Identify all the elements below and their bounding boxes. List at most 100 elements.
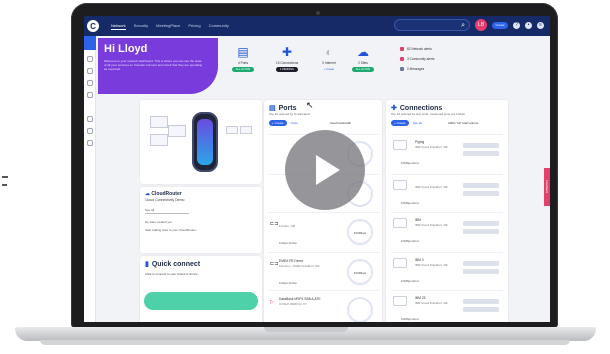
port-gauge: 100Mbps xyxy=(347,259,373,285)
ports-bandwidth-tab[interactable]: Used bandwidth xyxy=(330,121,352,125)
stat-badge: 1 PENDING xyxy=(276,67,298,72)
connection-location: IBM Cloud Frankfurt, DE xyxy=(415,145,448,149)
connection-bar xyxy=(463,191,499,196)
avatar[interactable]: LB xyxy=(475,19,487,31)
stat-create-link[interactable]: + Create xyxy=(318,67,340,72)
connection-row[interactable]: IBM 3 IBM Cloud Frankfurt, DE 10Mbps Err… xyxy=(391,252,503,292)
search-input[interactable]: ⌕ xyxy=(394,19,470,31)
connection-status: 10Mbps Error xyxy=(401,201,420,205)
camera-icon xyxy=(316,11,320,15)
rail-icon[interactable] xyxy=(87,68,93,74)
play-button[interactable] xyxy=(285,130,365,210)
cloud-icon: ☁ xyxy=(357,45,369,59)
side-mark xyxy=(2,184,7,186)
cloudrouter-empty: No sites created yet. xyxy=(145,220,173,224)
ports-tab[interactable]: Ports xyxy=(291,121,298,125)
port-gauge: 100Mbps xyxy=(347,219,373,245)
connections-subtitle: Top 10 ordered by size (bnd, measured si… xyxy=(391,112,465,116)
plus-icon: ✚ xyxy=(391,105,397,112)
nav-link-network[interactable]: Network xyxy=(111,23,126,30)
stat-ports[interactable]: ▤ 4 Ports ALL ACTIVE xyxy=(228,46,258,72)
network-diagram-card xyxy=(140,100,262,184)
port-icon: ⊏⊐ xyxy=(270,221,279,227)
port-row[interactable]: ▷ DataBank MSP4 SIMULATE CCSLP-3968 Por … xyxy=(269,290,379,322)
connection-bar xyxy=(463,307,499,312)
quick-connect-title: ▮ Quick connect xyxy=(145,260,201,269)
create-button[interactable]: Create xyxy=(492,21,508,29)
connection-name: IBM 25 xyxy=(415,296,426,300)
port-icon: ⊏⊐ xyxy=(270,261,279,267)
stat-label: 2 Sites xyxy=(358,61,368,65)
alert-network[interactable]: 82 Network alerts xyxy=(400,44,540,54)
connection-bar xyxy=(463,299,499,304)
alert-messages[interactable]: 0 Messages xyxy=(400,64,540,74)
port-row[interactable]: ⊏⊐ London, GB 1Gbps Active 100Mbps xyxy=(269,212,379,252)
rail-icon[interactable] xyxy=(87,116,93,122)
nav-right: ⌕ LB Create ? • ≡ xyxy=(394,19,544,31)
quick-connect-card: ▮ Quick connect Click to connect to your … xyxy=(140,256,262,322)
nav-link-meetingplace[interactable]: MeetingPlace xyxy=(156,23,180,30)
notifications-icon[interactable]: • xyxy=(525,21,532,29)
diagram-phone xyxy=(192,112,218,172)
port-status: 1Gbps Active xyxy=(279,241,297,245)
nav-link-security[interactable]: Security xyxy=(134,23,148,30)
rail-icon[interactable] xyxy=(87,80,93,86)
logo-icon[interactable]: C xyxy=(87,20,99,32)
help-icon[interactable]: ? xyxy=(513,21,520,29)
connection-bar xyxy=(463,221,499,226)
connection-bar xyxy=(463,261,499,266)
stat-label: 4 Ports xyxy=(237,61,249,65)
alert-community[interactable]: 3 Community alerts xyxy=(400,54,540,64)
ports-icon: ▤ xyxy=(269,105,276,112)
connection-name: Pighig xyxy=(415,140,425,144)
connections-create-button[interactable]: + Create xyxy=(391,120,409,126)
connection-bar xyxy=(463,269,499,274)
provider-logo xyxy=(393,140,407,150)
nav-link-pricing[interactable]: Pricing xyxy=(188,23,200,30)
rail-icon[interactable] xyxy=(87,56,93,62)
provider-logo xyxy=(393,218,407,228)
alerts-panel: 82 Network alerts 3 Community alerts 0 M… xyxy=(400,44,540,74)
welcome-title: Hi Lloyd xyxy=(104,43,148,55)
feedback-tab[interactable]: Feedback xyxy=(544,168,550,206)
connection-row[interactable]: Pighig IBM Cloud Frankfurt, DE 10Mbps Er… xyxy=(391,134,503,174)
port-row[interactable]: ⊏⊐ EMEA FR Demo Interxion - PAR2 Frankfu… xyxy=(269,252,379,292)
port-icon: ▷ xyxy=(270,299,274,305)
port-name: EMEA FR Demo xyxy=(279,259,304,263)
ports-create-button[interactable]: + Create xyxy=(269,120,287,126)
nav-link-community[interactable]: Community xyxy=(209,23,229,30)
connection-row[interactable]: IBM Cloud Frankfurt, DE 10Mbps Error xyxy=(391,174,503,214)
connections-title: ✚ Connections xyxy=(391,104,443,113)
top-navigation: C Network Security MeetingPlace Pricing … xyxy=(84,16,550,36)
diagram-device xyxy=(150,116,168,128)
rail-home-icon[interactable] xyxy=(84,36,96,50)
laptop-notch xyxy=(264,327,348,332)
ports-icon: ▤ xyxy=(237,45,249,59)
cloudrouter-select[interactable]: See all xyxy=(145,208,189,214)
search-icon[interactable]: ⌕ xyxy=(461,22,465,29)
mouse-cursor-icon: ↖ xyxy=(306,100,314,110)
connection-row[interactable]: IBM IBM Cloud Frankfurt, DE 10Mbps Error xyxy=(391,212,503,252)
stat-internet[interactable]: ◐ 0 Internet + Create xyxy=(314,46,344,72)
video-thumbnail[interactable]: C Network Security MeetingPlace Pricing … xyxy=(0,0,610,354)
cloudrouter-title: ☁ CloudRouter xyxy=(145,191,182,197)
stat-sites[interactable]: ☁ 2 Sites ALL ACTIVE xyxy=(348,46,378,72)
port-gauge xyxy=(347,297,373,322)
diagram-device xyxy=(226,126,238,134)
nav-links: Network Security MeetingPlace Pricing Co… xyxy=(111,23,229,30)
connection-name: IBM 3 xyxy=(415,258,424,262)
alert-text: 82 Network alerts xyxy=(407,47,432,51)
connections-volume-tab[interactable]: CRM / CP total volume xyxy=(448,121,478,125)
rail-icon[interactable] xyxy=(87,92,93,98)
rail-icon[interactable] xyxy=(87,128,93,134)
connections-see-all[interactable]: See all xyxy=(413,121,422,125)
connection-row[interactable]: IBM 25 IBM Cloud Frankfurt, DE 10Mbps Er… xyxy=(391,290,503,322)
rail-icon[interactable] xyxy=(87,140,93,146)
alert-text: 0 Messages xyxy=(407,67,425,71)
alert-text: 3 Community alerts xyxy=(407,57,435,61)
port-location: Interxion - PAR2 Frankfurt, DE xyxy=(279,264,320,268)
quick-connect-banner[interactable] xyxy=(144,292,258,310)
menu-icon[interactable]: ≡ xyxy=(537,21,544,29)
connection-status: 10Mbps Error xyxy=(401,279,420,283)
stat-connections[interactable]: ✚ 15 Connections 1 PENDING xyxy=(272,46,302,72)
